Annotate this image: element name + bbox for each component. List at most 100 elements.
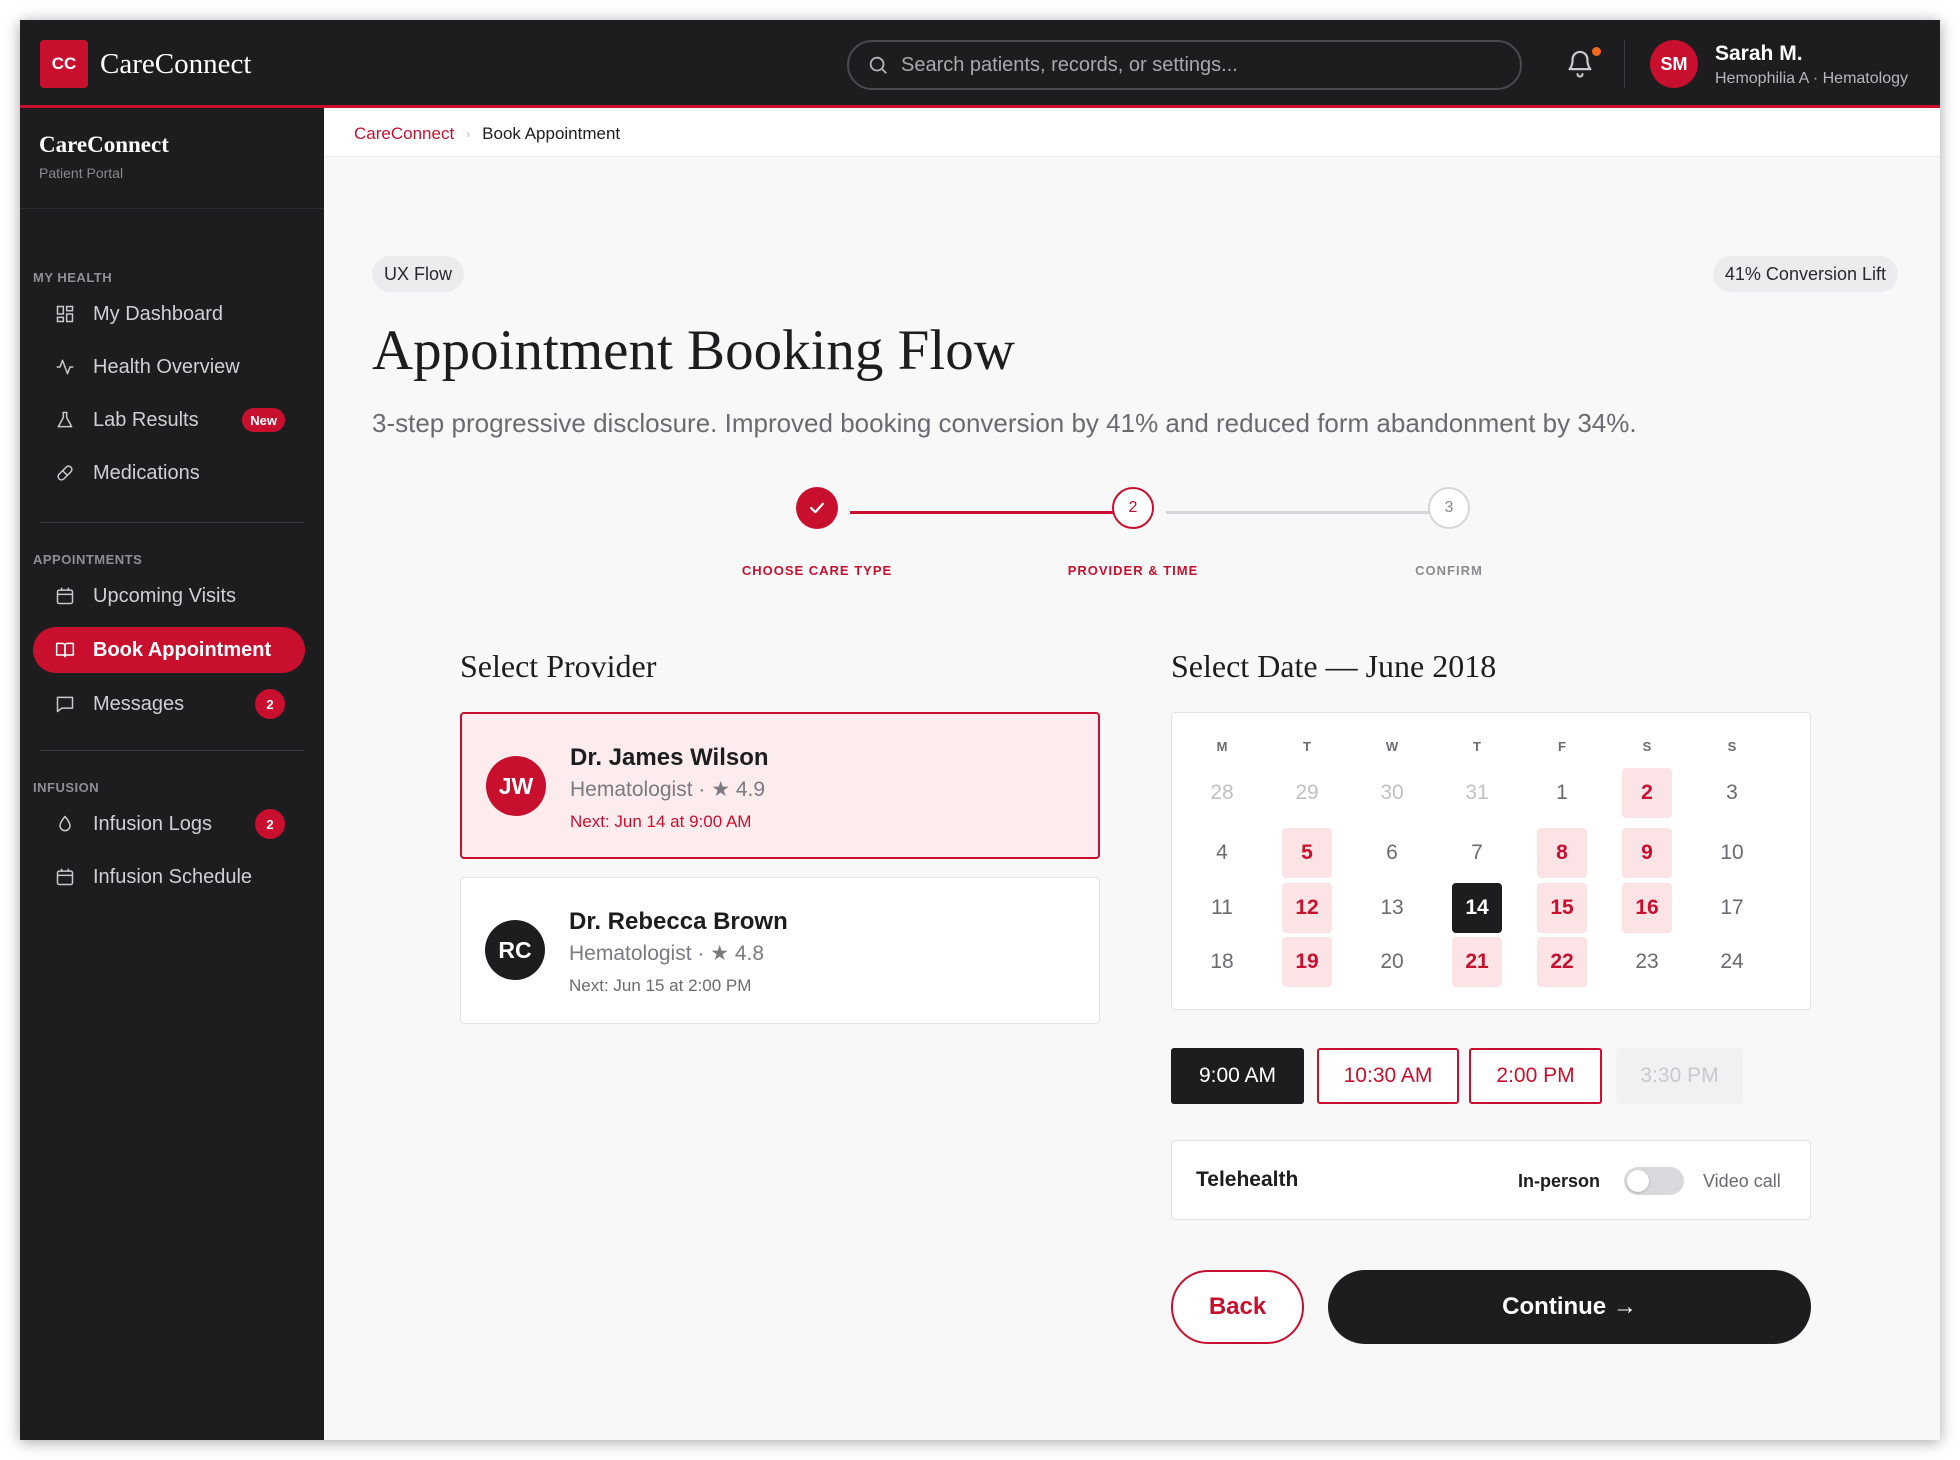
calendar-day[interactable]: 2 (1622, 768, 1672, 818)
avatar: RC (485, 920, 545, 980)
sidebar-separator (40, 522, 304, 523)
in-person-option[interactable]: In-person (1518, 1171, 1600, 1192)
time-slot-2-00-pm[interactable]: 2:00 PM (1469, 1048, 1602, 1104)
video-call-option[interactable]: Video call (1703, 1171, 1781, 1192)
telehealth-toggle[interactable] (1624, 1167, 1684, 1195)
calendar-clock-icon (53, 584, 77, 608)
breadcrumb-current: Book Appointment (482, 123, 621, 143)
step-3-label: CONFIRM (1415, 563, 1483, 578)
calendar-day[interactable]: 14 (1452, 883, 1502, 933)
sidebar-section-infusion: INFUSION (33, 780, 100, 795)
stepper-connector-done (850, 511, 1120, 514)
sidebar-item-infusion-schedule[interactable]: Infusion Schedule (33, 854, 305, 900)
sidebar-item-label: Upcoming Visits (93, 584, 237, 607)
step-2-indicator: 2 (1112, 487, 1154, 529)
calendar: M T W T F S S 28 29 30 31 1 2 3 4 5 6 7 8 9 10 11 12 13 14 15 16 17… (1171, 712, 1811, 1010)
calendar-day: 31 (1465, 781, 1489, 804)
step-1-label: CHOOSE CARE TYPE (741, 563, 893, 578)
sidebar-item-label: Lab Results (93, 408, 199, 431)
sidebar-item-health-overview[interactable]: Health Overview (33, 344, 305, 390)
provider-specialty: Hematologist · ★ 4.9 (570, 778, 766, 801)
step-2-label: PROVIDER & TIME (1067, 563, 1199, 578)
calendar-day[interactable]: 8 (1537, 828, 1587, 878)
sidebar-item-my-dashboard[interactable]: My Dashboard (33, 291, 305, 337)
back-button[interactable]: Back (1171, 1270, 1304, 1344)
new-badge: New (242, 408, 285, 432)
messages-count-badge: 2 (255, 689, 285, 719)
message-icon (53, 692, 77, 716)
grid-icon (53, 302, 77, 326)
step-3-indicator: 3 (1428, 487, 1470, 529)
sidebar-item-label: Infusion Schedule (93, 865, 253, 888)
sidebar-brand: CareConnect (39, 132, 169, 157)
time-slot-9-00-am[interactable]: 9:00 AM (1171, 1048, 1304, 1104)
activity-icon (53, 355, 77, 379)
provider-next-slot: Next: Jun 14 at 9:00 AM (570, 812, 752, 831)
weekday-header: S (1727, 739, 1737, 754)
sidebar-item-label: Book Appointment (93, 638, 272, 661)
telehealth-panel: Telehealth In-person Video call (1171, 1140, 1811, 1220)
breadcrumb-separator-icon: › (466, 126, 471, 141)
provider-specialty: Hematologist · ★ 4.8 (569, 942, 765, 965)
sidebar-item-medications[interactable]: Medications (33, 450, 305, 496)
calendar-day: 1 (1556, 781, 1568, 804)
calendar-day: 20 (1380, 950, 1404, 973)
calendar-day[interactable]: 22 (1537, 937, 1587, 987)
provider-next-slot: Next: Jun 15 at 2:00 PM (569, 976, 752, 995)
calendar-day[interactable]: 9 (1622, 828, 1672, 878)
breadcrumb: CareConnect › Book Appointment (324, 111, 1940, 157)
calendar-day: 7 (1471, 841, 1483, 864)
logo-badge[interactable]: CC (40, 40, 88, 88)
sidebar-item-infusion-logs[interactable]: Infusion Logs 2 (33, 801, 305, 847)
sidebar-separator (40, 750, 304, 751)
sidebar-item-label: Infusion Logs (93, 812, 212, 835)
sidebar-item-label: Health Overview (93, 355, 240, 378)
user-name[interactable]: Sarah M. (1715, 42, 1803, 66)
sidebar-brand-subtitle: Patient Portal (39, 165, 124, 181)
sidebar-item-lab-results[interactable]: Lab Results New (33, 397, 305, 443)
user-avatar[interactable]: SM (1650, 40, 1698, 88)
sidebar: CareConnect Patient Portal MY HEALTH My … (20, 108, 324, 1440)
weekday-header: S (1642, 739, 1652, 754)
avatar: JW (486, 756, 546, 816)
calendar-day[interactable]: 16 (1622, 883, 1672, 933)
calendar-day: 23 (1635, 950, 1659, 973)
sidebar-item-messages[interactable]: Messages 2 (33, 681, 305, 727)
calendar-day: 29 (1295, 781, 1319, 804)
book-icon (53, 638, 77, 662)
weekday-header: F (1558, 739, 1566, 754)
bell-icon[interactable] (1565, 47, 1595, 79)
provider-card-james-wilson[interactable]: JW Dr. James Wilson Hematologist · ★ 4.9… (460, 712, 1100, 859)
select-provider-heading: Select Provider (460, 648, 657, 684)
sidebar-section-appointments: APPOINTMENTS (33, 552, 143, 567)
calendar-day[interactable]: 5 (1282, 828, 1332, 878)
calendar-day[interactable]: 15 (1537, 883, 1587, 933)
app-title: CareConnect (100, 48, 252, 80)
search-bar[interactable] (847, 40, 1522, 90)
user-subtitle: Hemophilia A · Hematology (1715, 70, 1908, 87)
page-subtitle: 3-step progressive disclosure. Improved … (372, 408, 1637, 438)
calendar-day: 17 (1720, 896, 1744, 919)
continue-button[interactable]: Continue → (1328, 1270, 1811, 1344)
sidebar-item-book-appointment[interactable]: Book Appointment (33, 627, 305, 673)
calendar-day: 10 (1720, 841, 1744, 864)
step-1-check-icon (796, 487, 838, 529)
sidebar-divider (20, 208, 324, 209)
search-input[interactable] (901, 53, 1481, 77)
calendar-day[interactable]: 21 (1452, 937, 1502, 987)
sidebar-item-upcoming-visits[interactable]: Upcoming Visits (33, 573, 305, 619)
breadcrumb-root-link[interactable]: CareConnect (354, 124, 454, 144)
page-title: Appointment Booking Flow (372, 319, 1015, 382)
calendar-day[interactable]: 12 (1282, 883, 1332, 933)
select-date-heading: Select Date — June 2018 (1171, 648, 1497, 684)
conversion-lift-tag: 41% Conversion Lift (1712, 256, 1898, 292)
calendar-day: 18 (1210, 950, 1234, 973)
top-bar: CC CareConnect SM Sarah M. Hemophilia A … (20, 20, 1940, 108)
calendar-day[interactable]: 19 (1282, 937, 1332, 987)
calendar-day: 4 (1216, 841, 1228, 864)
time-slot-10-30-am[interactable]: 10:30 AM (1317, 1048, 1459, 1104)
provider-name: Dr. James Wilson (570, 744, 769, 771)
pill-icon (53, 461, 77, 485)
calendar-day: 11 (1211, 896, 1233, 919)
provider-card-rebecca-brown[interactable]: RC Dr. Rebecca Brown Hematologist · ★ 4.… (460, 877, 1100, 1024)
